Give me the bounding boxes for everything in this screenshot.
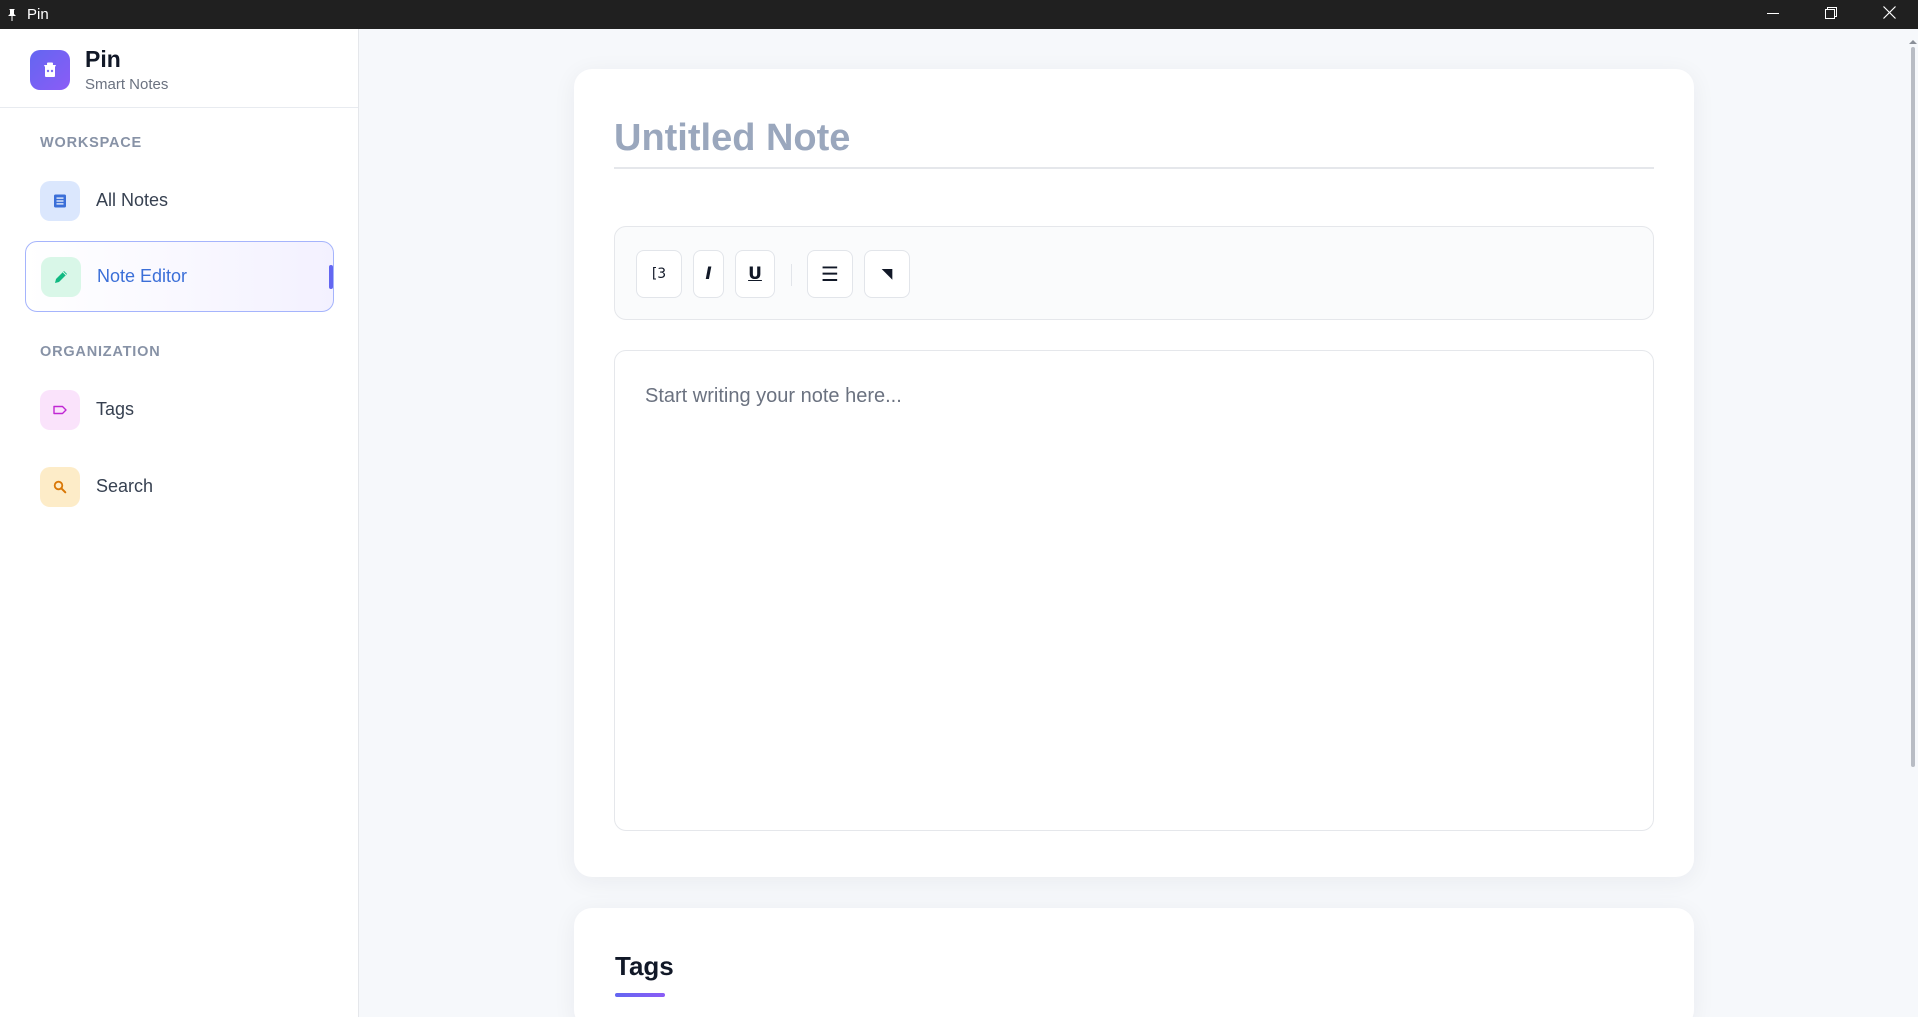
pin-icon bbox=[7, 8, 19, 22]
toolbar-divider bbox=[791, 264, 792, 286]
note-title-input[interactable] bbox=[614, 117, 1654, 169]
restore-button[interactable] bbox=[1802, 0, 1860, 29]
app-name: Pin bbox=[85, 46, 121, 72]
tag-icon bbox=[40, 389, 80, 430]
section-label-organization: ORGANIZATION bbox=[40, 344, 161, 360]
search-icon bbox=[40, 466, 80, 507]
minimize-icon bbox=[1767, 6, 1779, 24]
heading-underline bbox=[615, 993, 665, 997]
scrollbar-thumb[interactable] bbox=[1911, 47, 1915, 767]
sidebar-item-label: Search bbox=[96, 476, 154, 496]
list-button[interactable]: ☰ bbox=[807, 250, 853, 298]
formatting-toolbar: [3 I U ☰ ◥ bbox=[614, 226, 1654, 320]
bold-icon: [3 bbox=[651, 266, 667, 282]
tags-heading: Tags bbox=[615, 951, 674, 981]
italic-button[interactable]: I bbox=[693, 250, 724, 298]
underline-button[interactable]: U bbox=[735, 250, 775, 298]
window-title-bar: Pin bbox=[0, 0, 1918, 29]
scroll-up-arrow-icon[interactable] bbox=[1909, 33, 1917, 44]
pencil-icon bbox=[41, 256, 81, 297]
bold-button[interactable]: [3 bbox=[636, 250, 682, 298]
close-icon bbox=[1882, 5, 1896, 24]
note-editor-card: [3 I U ☰ ◥ bbox=[574, 69, 1694, 877]
app-logo-icon bbox=[30, 50, 70, 90]
sidebar-item-tags[interactable]: Tags bbox=[25, 374, 334, 445]
italic-icon: I bbox=[705, 264, 712, 284]
sidebar: Pin Smart Notes WORKSPACE All Notes Note… bbox=[0, 29, 359, 1017]
active-indicator bbox=[329, 265, 333, 289]
restore-icon bbox=[1825, 6, 1837, 24]
sidebar-item-label: All Notes bbox=[96, 190, 169, 210]
sidebar-item-all-notes[interactable]: All Notes bbox=[25, 165, 334, 236]
sidebar-item-search[interactable]: Search bbox=[25, 451, 334, 522]
underline-icon: U bbox=[748, 264, 762, 284]
section-label-workspace: WORKSPACE bbox=[40, 135, 142, 151]
tags-card: Tags bbox=[574, 908, 1694, 1017]
sidebar-item-label: Tags bbox=[96, 399, 135, 419]
notes-list-icon bbox=[40, 180, 80, 221]
note-body-editor[interactable] bbox=[614, 350, 1654, 831]
highlight-icon: ◥ bbox=[881, 266, 893, 282]
list-icon: ☰ bbox=[821, 262, 839, 286]
window-title: Pin bbox=[27, 6, 49, 23]
close-button[interactable] bbox=[1860, 0, 1918, 29]
sidebar-item-note-editor[interactable]: Note Editor bbox=[25, 241, 334, 312]
brand-header: Pin Smart Notes bbox=[0, 29, 358, 108]
sidebar-item-label: Note Editor bbox=[97, 266, 188, 286]
main-scrollbar[interactable] bbox=[1908, 29, 1918, 1017]
highlight-button[interactable]: ◥ bbox=[864, 250, 910, 298]
app-subtitle: Smart Notes bbox=[85, 76, 169, 93]
minimize-button[interactable] bbox=[1744, 0, 1802, 29]
